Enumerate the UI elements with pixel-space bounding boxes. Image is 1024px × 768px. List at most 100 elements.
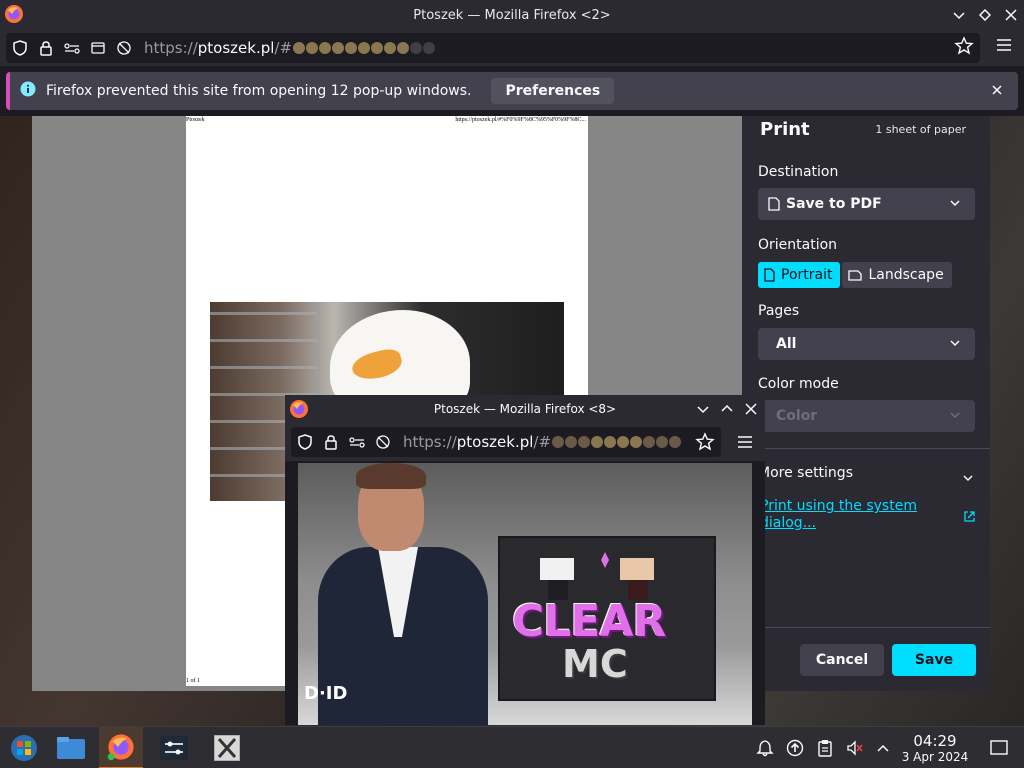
orientation-label: Orientation xyxy=(758,237,838,253)
close-icon[interactable] xyxy=(739,397,763,421)
color-mode-label: Color mode xyxy=(758,376,839,392)
hamburger-menu-icon[interactable] xyxy=(737,434,753,453)
folder-icon xyxy=(57,737,85,759)
autoplay-blocked-icon[interactable] xyxy=(371,430,395,454)
window-title: Ptoszek — Mozilla Firefox <2> xyxy=(413,7,611,23)
url-path: /# xyxy=(274,39,293,57)
url-bar[interactable]: https://ptoszek.pl/# xyxy=(6,33,980,63)
lock-icon[interactable] xyxy=(34,36,58,60)
clock-time: 04:29 xyxy=(913,732,957,750)
start-menu-button[interactable] xyxy=(2,727,46,768)
system-dialog-link[interactable]: Print using the system dialog... xyxy=(760,498,940,532)
moon-emoji-icon xyxy=(669,436,682,448)
shield-icon[interactable] xyxy=(293,430,317,454)
notifications-bell-icon[interactable] xyxy=(753,736,777,760)
shield-icon[interactable] xyxy=(8,36,32,60)
moon-emoji-icon xyxy=(591,436,604,448)
clearmc-banner: CLEAR MC xyxy=(498,536,716,701)
mixer-button[interactable] xyxy=(152,727,196,768)
document-icon xyxy=(768,197,780,211)
moon-emoji-icon xyxy=(578,436,591,448)
updates-icon[interactable] xyxy=(783,736,807,760)
clipboard-icon[interactable] xyxy=(813,736,837,760)
popup-url-text[interactable]: https://ptoszek.pl/# xyxy=(403,433,682,451)
taskbar: 04:29 3 Apr 2024 xyxy=(0,726,1024,768)
chevron-down-icon xyxy=(949,197,961,213)
lock-icon[interactable] xyxy=(319,430,343,454)
portrait-label: Portrait xyxy=(781,267,833,283)
popup-window-controls xyxy=(691,397,763,421)
autoplay-blocked-icon[interactable] xyxy=(112,36,136,60)
pages-select[interactable]: All xyxy=(758,328,975,360)
maximize-icon[interactable] xyxy=(973,3,997,27)
system-clock[interactable]: 04:29 3 Apr 2024 xyxy=(896,732,974,764)
chevron-up-icon[interactable] xyxy=(871,736,895,760)
pages-label: Pages xyxy=(758,303,800,319)
page-header-url: https://ptoszek.pl/#%F0%9F%8C%95%F0%9F%8… xyxy=(455,117,586,123)
chevron-down-icon xyxy=(949,337,961,353)
destination-select[interactable]: Save to PDF xyxy=(758,188,975,220)
divider xyxy=(758,448,990,449)
preferences-button[interactable]: Preferences xyxy=(491,78,615,104)
cancel-button[interactable]: Cancel xyxy=(800,644,884,676)
close-notification-icon[interactable] xyxy=(990,82,1004,101)
external-link-icon[interactable] xyxy=(963,508,976,527)
print-settings-panel: Print 1 sheet of paper Destination Save … xyxy=(742,116,990,691)
hamburger-menu-icon[interactable] xyxy=(996,37,1012,56)
url-text[interactable]: https://ptoszek.pl/# xyxy=(144,39,436,57)
destination-label: Destination xyxy=(758,164,839,180)
moon-emoji-icon xyxy=(604,436,617,448)
moon-emoji-icon xyxy=(384,42,397,54)
moon-emoji-icon xyxy=(319,42,332,54)
maximize-icon[interactable] xyxy=(715,397,739,421)
popup-page-image: D·ID CLEAR MC xyxy=(298,463,752,725)
landscape-page-icon xyxy=(848,269,863,281)
print-title: Print xyxy=(760,119,810,140)
portrait-option[interactable]: Portrait xyxy=(758,262,841,288)
notification-message: Firefox prevented this site from opening… xyxy=(46,83,472,99)
volume-muted-icon[interactable] xyxy=(843,736,867,760)
sheet-count: 1 sheet of paper xyxy=(875,123,966,136)
minimize-icon[interactable] xyxy=(691,397,715,421)
firefox-logo-icon xyxy=(107,734,134,761)
show-desktop-icon[interactable] xyxy=(987,736,1011,760)
color-mode-select[interactable]: Color xyxy=(758,400,975,432)
moon-emoji-icon xyxy=(358,42,371,54)
moon-emoji-icon xyxy=(397,42,410,54)
popup-title: Ptoszek — Mozilla Firefox <8> xyxy=(433,402,617,416)
permissions-icon[interactable] xyxy=(345,430,369,454)
url-host: ptoszek.pl xyxy=(456,433,534,451)
popup-blocked-icon[interactable] xyxy=(86,36,110,60)
save-button[interactable]: Save xyxy=(892,644,976,676)
bookmark-star-icon[interactable] xyxy=(695,432,715,456)
moon-emoji-icon xyxy=(293,42,306,54)
did-watermark: D·ID xyxy=(304,683,348,704)
moon-emoji-icon xyxy=(423,42,436,54)
chevron-down-icon[interactable] xyxy=(962,469,974,488)
page-footer-number: 1 of 1 xyxy=(186,678,200,684)
navigation-toolbar: https://ptoszek.pl/# xyxy=(0,30,1024,66)
info-icon xyxy=(20,81,36,101)
url-prefix: https:// xyxy=(144,39,198,57)
pages-value: All xyxy=(776,336,797,352)
moon-emoji-icon xyxy=(306,42,319,54)
landscape-option[interactable]: Landscape xyxy=(842,262,952,288)
start-orb-icon xyxy=(11,735,37,761)
destination-value: Save to PDF xyxy=(786,196,882,212)
popup-url-bar[interactable]: https://ptoszek.pl/# xyxy=(291,427,721,457)
minimize-icon[interactable] xyxy=(947,3,971,27)
moon-emoji-icon xyxy=(643,436,656,448)
file-manager-button[interactable] xyxy=(49,727,93,768)
x-terminal-button[interactable] xyxy=(205,727,249,768)
clock-date: 3 Apr 2024 xyxy=(901,750,969,764)
more-settings-toggle[interactable]: More settings xyxy=(758,465,853,481)
url-host: ptoszek.pl xyxy=(197,39,275,57)
bookmark-star-icon[interactable] xyxy=(954,36,974,60)
close-icon[interactable] xyxy=(999,3,1023,27)
moon-emoji-icon xyxy=(656,436,669,448)
x11-app-icon xyxy=(214,735,240,761)
permissions-icon[interactable] xyxy=(60,36,84,60)
moon-emoji-icon xyxy=(630,436,643,448)
moon-emoji-icon xyxy=(617,436,630,448)
firefox-taskbar-button[interactable] xyxy=(99,727,143,768)
